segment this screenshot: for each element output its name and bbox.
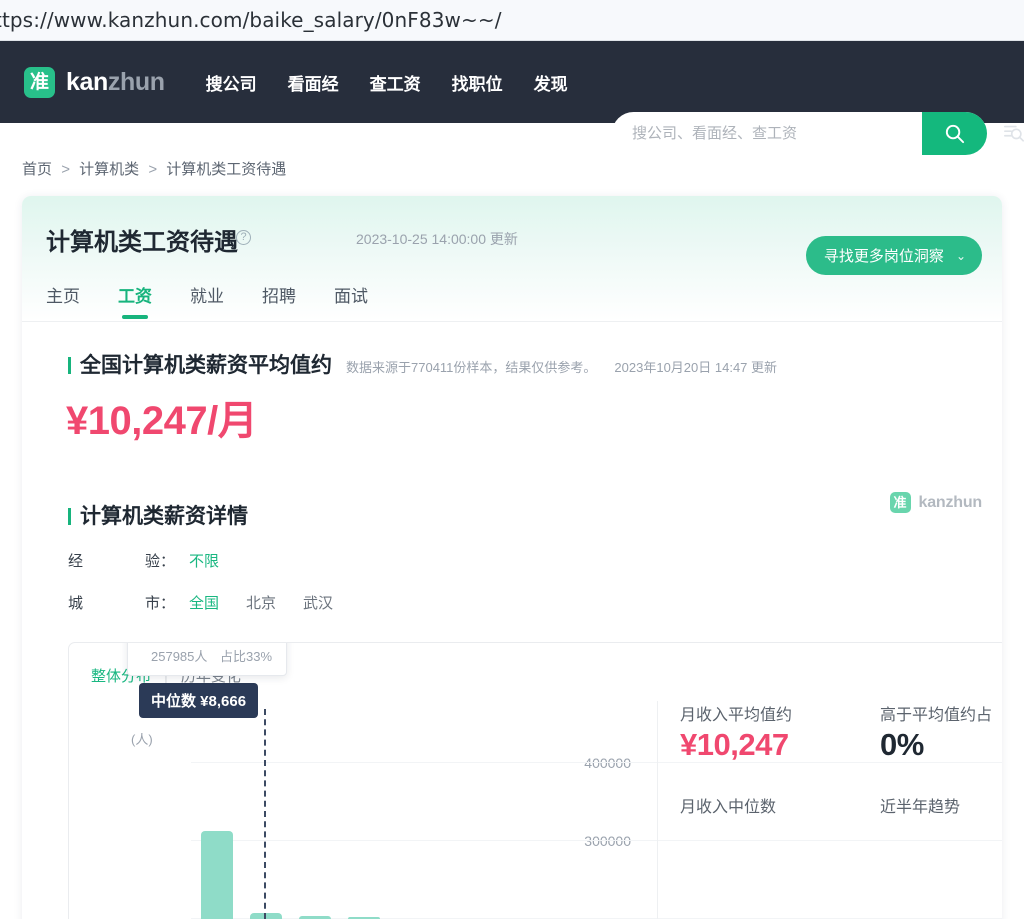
tooltip-count: 257985人 xyxy=(151,649,208,664)
salary-stats: 月收入平均值约 ¥10,247 高于平均值约占 0% 月收入中位数 近半年趋势 xyxy=(657,701,993,919)
stat-cell-median: 月收入中位数 xyxy=(680,777,880,819)
tab-employment[interactable]: 就业 xyxy=(190,282,224,321)
stat-label-average: 月收入平均值约 xyxy=(680,707,793,724)
stat-label-trend: 近半年趋势 xyxy=(880,799,961,816)
filter-colon: ： xyxy=(160,595,176,612)
average-salary-title: 全国计算机类薪资平均值约 xyxy=(80,354,332,377)
bar-12k-17k[interactable] xyxy=(250,913,282,919)
stat-value-above-average: 0% xyxy=(880,727,924,762)
stat-cell-average: 月收入平均值约 ¥10,247 xyxy=(680,701,880,763)
chevron-down-icon: ⌄ xyxy=(955,248,966,263)
nav-item-jobs[interactable]: 找职位 xyxy=(452,70,503,95)
y-axis-tick-400000: 400000 xyxy=(584,755,631,771)
watermark-logo-icon: 准 xyxy=(889,492,911,513)
section-accent-bar xyxy=(68,357,71,374)
section-accent-bar xyxy=(68,508,71,525)
info-icon[interactable]: ? xyxy=(236,230,251,245)
breadcrumb-separator: > xyxy=(148,161,158,178)
logo-text: kanzhun xyxy=(66,68,165,97)
salary-stats-grid: 月收入平均值约 ¥10,247 高于平均值约占 0% 月收入中位数 近半年趋势 xyxy=(680,701,993,819)
nav-item-interview[interactable]: 看面经 xyxy=(288,70,339,95)
filter-colon: ： xyxy=(160,553,176,570)
tooltip-detail: 257985人 占比33% xyxy=(142,646,272,665)
breadcrumb-separator: > xyxy=(61,161,70,178)
page-tabs: 主页 工资 就业 招聘 面试 xyxy=(46,282,368,321)
search-list-icon xyxy=(1004,125,1024,142)
search-button[interactable] xyxy=(922,112,987,155)
stat-value-average: ¥10,247 xyxy=(680,727,789,762)
logo-text-zhun: zhun xyxy=(107,67,165,96)
filter-label-experience: 经验 xyxy=(68,553,160,570)
find-more-insights-button[interactable]: 寻找更多岗位洞察 ⌄ xyxy=(805,236,982,275)
page-title: 计算机类工资待遇 xyxy=(46,229,238,256)
hero-updated-time: 2023-10-25 14:00:00 更新 xyxy=(356,231,518,247)
average-salary-note: 数据来源于770411份样本，结果仅供参考。 xyxy=(346,360,597,375)
nav-item-salary[interactable]: 查工资 xyxy=(370,70,421,95)
breadcrumb-item-home[interactable]: 首页 xyxy=(22,161,52,178)
page-viewport: ttps://www.kanzhun.com/baike_salary/0nF8… xyxy=(0,0,1024,919)
filter-option-experience-any[interactable]: 不限 xyxy=(189,550,219,571)
breadcrumb-item-category[interactable]: 计算机类 xyxy=(79,161,139,178)
watermark-label: kanzhun xyxy=(918,493,983,511)
page-hero: 计算机类工资待遇 ? 2023-10-25 14:00:00 更新 寻找更多岗位… xyxy=(22,196,1002,322)
chart-tooltip: 薪资范围:¥7k-12k 257985人 占比33% xyxy=(127,643,288,676)
advanced-search-button[interactable] xyxy=(999,119,1024,147)
filter-option-city-nationwide[interactable]: 全国 xyxy=(189,592,219,613)
salary-detail-section-header: 计算机类薪资详情 xyxy=(68,500,248,530)
logo-text-kan: kan xyxy=(66,67,108,96)
tab-home[interactable]: 主页 xyxy=(46,282,80,321)
median-badge: 中位数 ¥8,666 xyxy=(139,683,259,718)
find-more-insights-label: 寻找更多岗位洞察 xyxy=(823,248,944,265)
tab-interview[interactable]: 面试 xyxy=(334,282,368,321)
search-input[interactable] xyxy=(612,112,922,155)
logo-mark-icon: 准 xyxy=(24,66,55,98)
kanzhun-watermark: 准 kanzhun xyxy=(889,492,983,513)
median-line xyxy=(264,709,266,919)
y-axis-tick-300000: 300000 xyxy=(584,833,631,849)
stat-cell-above-average: 高于平均值约占 0% xyxy=(880,701,1002,763)
stat-cell-trend: 近半年趋势 xyxy=(880,777,1002,819)
y-axis-unit-label: (人) xyxy=(131,732,153,747)
tooltip-share: 占比33% xyxy=(220,649,273,664)
nav-item-search-company[interactable]: 搜公司 xyxy=(206,70,257,95)
stat-label-above-average: 高于平均值约占 xyxy=(880,707,993,724)
filter-label-city: 城市 xyxy=(68,595,160,612)
average-salary-section-header: 全国计算机类薪资平均值约 数据来源于770411份样本，结果仅供参考。 2023… xyxy=(68,349,777,379)
average-salary-updated: 2023年10月20日 14:47 更新 xyxy=(614,360,778,375)
tab-recruitment[interactable]: 招聘 xyxy=(262,282,296,321)
tab-salary[interactable]: 工资 xyxy=(118,282,152,321)
filter-option-city-beijing[interactable]: 北京 xyxy=(246,592,276,613)
site-header: 准 kanzhun 搜公司 看面经 查工资 找职位 发现 xyxy=(0,41,1024,155)
filter-option-city-wuhan[interactable]: 武汉 xyxy=(303,592,333,613)
filter-row-experience: 经验 ： 不限 xyxy=(68,550,246,571)
bar-7k-12k[interactable] xyxy=(201,831,233,919)
breadcrumb: 首页 > 计算机类 > 计算机类工资待遇 xyxy=(22,158,286,179)
search-icon xyxy=(945,124,965,144)
salary-chart-panel: 整体分布 | 历年变化 (人) 400000 300000 中位数 ¥8,666 xyxy=(68,642,1002,919)
breadcrumb-item-current: 计算机类工资待遇 xyxy=(166,161,287,178)
header-search xyxy=(612,112,987,155)
average-salary-value: ¥10,247/月 xyxy=(66,399,258,443)
stat-label-median: 月收入中位数 xyxy=(680,799,777,816)
nav-item-discover[interactable]: 发现 xyxy=(534,70,568,95)
distribution-chart: (人) 400000 300000 中位数 ¥8,666 薪资范围:¥7k-12… xyxy=(91,643,1002,919)
site-logo[interactable]: 准 kanzhun xyxy=(24,66,165,98)
url-text[interactable]: ttps://www.kanzhun.com/baike_salary/0nF8… xyxy=(0,8,502,32)
browser-url-bar[interactable]: ttps://www.kanzhun.com/baike_salary/0nF8… xyxy=(0,0,1024,41)
filter-row-city: 城市 ： 全国 北京 武汉 xyxy=(68,592,360,613)
main-nav: 搜公司 看面经 查工资 找职位 发现 xyxy=(206,70,599,95)
content-card: 计算机类工资待遇 ? 2023-10-25 14:00:00 更新 寻找更多岗位… xyxy=(22,196,1002,919)
salary-detail-title: 计算机类薪资详情 xyxy=(80,505,248,528)
